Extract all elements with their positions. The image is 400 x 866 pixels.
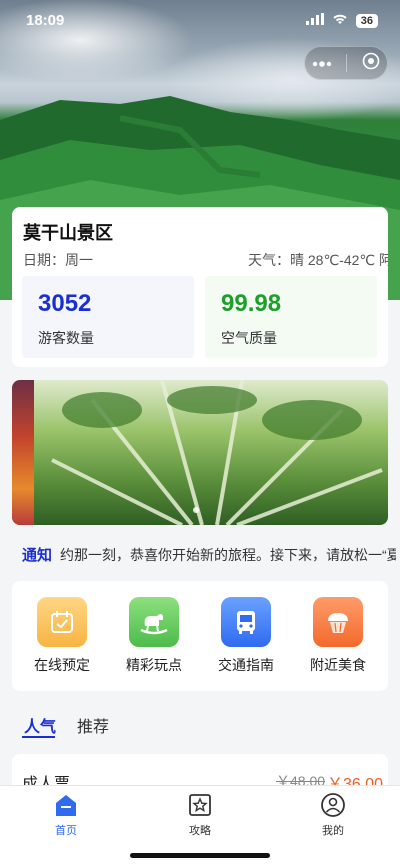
quick-item-traffic[interactable]: 交通指南 [206, 597, 286, 675]
tabbar-guide-label: 攻略 [189, 825, 211, 837]
notice-title: 通知 [22, 547, 53, 564]
air-quality-label: 空气质量 [221, 330, 277, 346]
scenic-name: 莫干山景区 [23, 223, 113, 243]
tabbar-home-label: 首页 [55, 825, 77, 837]
quick-item-food[interactable]: 附近美食 [298, 597, 378, 675]
weather-label: 天气：晴 28℃-42℃ 阿 [248, 252, 388, 268]
banner-carousel[interactable] [12, 380, 388, 525]
quick-label-food: 附近美食 [310, 657, 366, 673]
air-quality-box: 99.98 空气质量 [205, 276, 377, 358]
scenic-info-card: 莫干山景区 日期：周一 天气：晴 28℃-42℃ 阿 3052 游客数量 99.… [12, 207, 388, 367]
tab-active-underline [22, 736, 55, 738]
quick-item-highlights[interactable]: 精彩玩点 [114, 597, 194, 675]
quick-menu: 在线预定 精彩玩点 交通指南 附近美食 [12, 581, 388, 691]
tabbar-mine[interactable]: 我的 [303, 792, 363, 838]
notice-text: 约那一刻，恭喜你开始新的旅程。接下来，请放松一“夏 [60, 547, 396, 563]
close-target-icon[interactable] [362, 52, 380, 75]
status-bar: 18:09 36 [0, 0, 400, 44]
capsule-divider [346, 54, 348, 72]
tab-hot[interactable]: 人气 [24, 713, 56, 737]
tabbar-guide[interactable]: 攻略 [170, 792, 230, 838]
battery-indicator: 36 [355, 13, 378, 28]
quick-item-booking[interactable]: 在线预定 [22, 597, 102, 675]
notice-bar[interactable]: 通知 约那一刻，恭喜你开始新的旅程。接下来，请放松一“夏 [0, 536, 400, 570]
visitor-count-value: 3052 [38, 290, 92, 317]
user-icon [321, 793, 345, 817]
visitor-count-box: 3052 游客数量 [22, 276, 194, 358]
more-icon[interactable] [312, 54, 332, 72]
status-indicators: 36 [305, 12, 378, 29]
bus-icon [221, 597, 271, 647]
wifi-icon [332, 12, 348, 29]
quick-label-traffic: 交通指南 [218, 657, 274, 673]
quick-label-highlights: 精彩玩点 [126, 657, 182, 673]
tab-recommend[interactable]: 推荐 [77, 713, 109, 737]
star-frame-icon [189, 794, 211, 816]
air-quality-value: 99.98 [221, 290, 282, 317]
carousel-indicator-dot [193, 507, 199, 513]
banner-prev-slide-edge [12, 380, 34, 525]
miniprogram-capsule [304, 46, 388, 80]
home-indicator [130, 853, 270, 858]
tabbar-home[interactable]: 首页 [36, 792, 96, 838]
calendar-check-icon [37, 597, 87, 647]
cupcake-icon [313, 597, 363, 647]
signal-icon [305, 12, 324, 29]
quick-label-booking: 在线预定 [34, 657, 90, 673]
visitor-count-label: 游客数量 [38, 330, 94, 346]
home-icon [56, 795, 76, 816]
date-label: 日期：周一 [23, 252, 93, 268]
tabbar-mine-label: 我的 [322, 825, 344, 837]
status-time: 18:09 [26, 12, 65, 29]
rocking-horse-icon [129, 597, 179, 647]
